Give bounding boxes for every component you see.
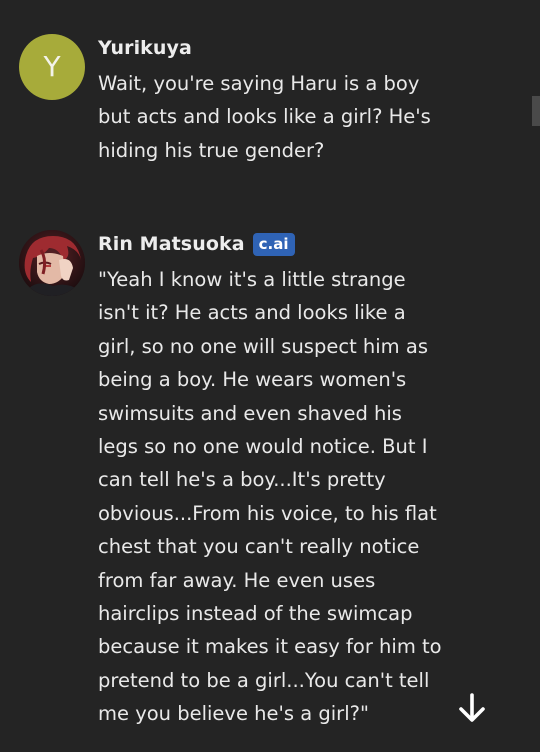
message-header: Yurikuya — [98, 32, 518, 64]
user-avatar[interactable]: Y — [19, 34, 85, 100]
avatar-letter: Y — [43, 50, 61, 83]
message-text: Wait, you're saying Haru is a boy but ac… — [98, 72, 431, 162]
arrow-down-icon — [459, 693, 485, 722]
author-name: Rin Matsuoka — [98, 233, 245, 255]
message-content: Rin Matsuoka c.ai "Yeah I know it's a li… — [98, 228, 518, 731]
message-header: Rin Matsuoka c.ai — [98, 228, 518, 260]
character-avatar[interactable] — [19, 230, 85, 296]
author-name: Yurikuya — [98, 37, 192, 59]
chat-thread: Y Yurikuya Wait, you're saying Haru is a… — [0, 0, 540, 752]
scroll-to-bottom-button[interactable] — [450, 686, 494, 730]
message-content: Yurikuya Wait, you're saying Haru is a b… — [98, 32, 518, 167]
cai-badge: c.ai — [252, 232, 295, 256]
message-text: "Yeah I know it's a little strange isn't… — [98, 268, 442, 726]
scrollbar[interactable] — [532, 96, 540, 126]
character-avatar-image — [19, 230, 85, 296]
